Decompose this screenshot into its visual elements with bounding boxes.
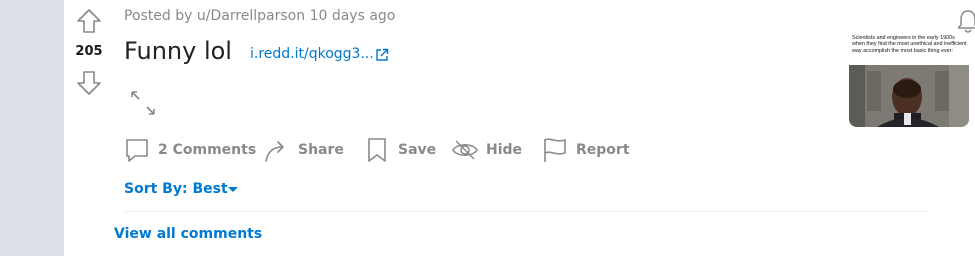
share-button[interactable]: Share (264, 136, 344, 164)
report-label: Report (576, 142, 630, 158)
view-all-comments-link[interactable]: View all comments (114, 226, 262, 242)
post-link[interactable]: i.redd.it/qkogg3... (250, 46, 374, 62)
hide-button[interactable]: Hide (452, 136, 522, 164)
share-icon (265, 141, 284, 162)
caret-down-icon[interactable] (228, 187, 238, 192)
save-label: Save (398, 142, 437, 158)
left-gutter (0, 0, 64, 256)
thumbnail-photo (849, 65, 969, 127)
share-label: Share (298, 142, 344, 158)
vote-column: 205 (64, 0, 114, 256)
external-link-icon[interactable] (375, 48, 389, 62)
comment-icon (126, 139, 148, 162)
hide-label: Hide (486, 142, 523, 158)
expand-icon[interactable] (130, 90, 156, 116)
eye-slash-icon (452, 140, 478, 160)
comments-label: 2 Comments (158, 142, 257, 158)
divider (124, 211, 929, 212)
flag-icon (544, 138, 566, 162)
arrow-up-icon[interactable] (76, 8, 102, 34)
sort-dropdown[interactable]: Sort By: Best (124, 181, 228, 197)
vote-score: 205 (75, 44, 103, 59)
post-thumbnail[interactable]: Scientists and engineers in the early 19… (849, 31, 969, 127)
bookmark-icon (368, 138, 386, 162)
comments-button[interactable]: 2 Comments (124, 136, 256, 164)
post-title: Funny lol (124, 37, 232, 65)
arrow-down-icon[interactable] (76, 70, 102, 96)
save-button[interactable]: Save (364, 136, 436, 164)
report-button[interactable]: Report (542, 136, 630, 164)
post-meta: Posted by u/Darrellparson 10 days ago (124, 8, 396, 24)
